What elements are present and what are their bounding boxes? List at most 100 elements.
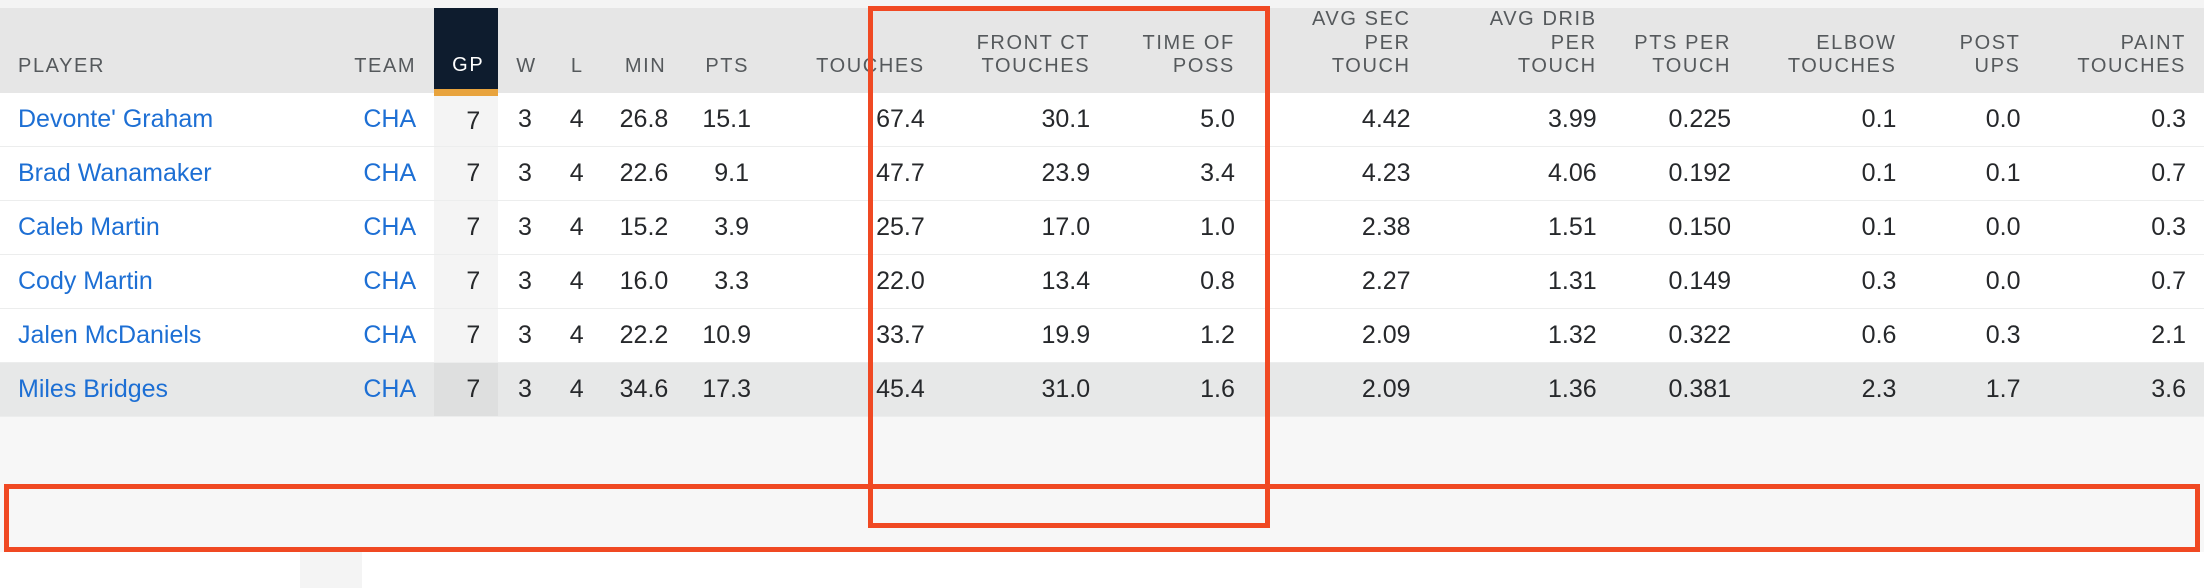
cell-aspt: 2.38 bbox=[1252, 200, 1429, 256]
cell-gp: 7 bbox=[434, 200, 499, 256]
column-header-pts-per-touch[interactable]: PTS PER TOUCH bbox=[1614, 8, 1750, 93]
cell-ppt: 0.381 bbox=[1614, 362, 1750, 418]
column-header-touches[interactable]: TOUCHES bbox=[767, 8, 943, 93]
cell-player-link[interactable]: Devonte' Graham bbox=[0, 92, 311, 148]
column-header-l[interactable]: L bbox=[549, 8, 602, 93]
cell-fct: 17.0 bbox=[942, 200, 1109, 256]
cell-top: 0.8 bbox=[1108, 254, 1253, 310]
cell-aspt: 4.42 bbox=[1252, 92, 1429, 148]
column-header-front-ct-touches[interactable]: FRONT CT TOUCHES bbox=[942, 8, 1109, 93]
column-header-avg-sec-per-touch[interactable]: AVG SEC PER TOUCH bbox=[1252, 8, 1429, 93]
cell-ppt: 0.192 bbox=[1614, 146, 1750, 202]
cell-elbow: 0.1 bbox=[1749, 200, 1915, 256]
cell-pts: 3.3 bbox=[684, 254, 768, 310]
cell-aspt: 4.23 bbox=[1252, 146, 1429, 202]
cell-player-link[interactable]: Cody Martin bbox=[0, 254, 311, 310]
column-header-min[interactable]: MIN bbox=[601, 8, 685, 93]
cell-elbow: 0.6 bbox=[1749, 308, 1915, 364]
column-header-w[interactable]: W bbox=[498, 8, 550, 93]
cell-team-link[interactable]: CHA bbox=[310, 362, 435, 418]
cell-team-link[interactable]: CHA bbox=[310, 200, 435, 256]
cell-touches: 67.4 bbox=[767, 92, 943, 148]
cell-top: 5.0 bbox=[1108, 92, 1253, 148]
table-row[interactable]: Miles Bridges CHA 7 3 4 34.6 17.3 45.4 31.0 1.6 2.… bbox=[0, 362, 2204, 418]
cell-player-link[interactable]: Caleb Martin bbox=[0, 200, 311, 256]
cell-fct: 30.1 bbox=[942, 92, 1109, 148]
cell-min: 34.6 bbox=[601, 362, 685, 418]
table-row[interactable]: Jalen McDaniels CHA 7 3 4 22.2 10.9 33.7 19.9 1.2… bbox=[0, 308, 2204, 364]
column-header-avg-drib-per-touch[interactable]: AVG DRIB PER TOUCH bbox=[1428, 8, 1615, 93]
cell-touches: 25.7 bbox=[767, 200, 943, 256]
cell-adpt: 1.36 bbox=[1428, 362, 1615, 418]
cell-touches: 45.4 bbox=[767, 362, 943, 418]
column-header-paint-touches[interactable]: PAINT TOUCHES bbox=[2038, 8, 2204, 93]
cell-ppt: 0.322 bbox=[1614, 308, 1750, 364]
column-header-team[interactable]: TEAM bbox=[310, 8, 435, 93]
cell-min: 22.6 bbox=[601, 146, 685, 202]
cell-min: 22.2 bbox=[601, 308, 685, 364]
cell-fct: 31.0 bbox=[942, 362, 1109, 418]
cell-player-link[interactable]: Miles Bridges bbox=[0, 362, 311, 418]
table-row[interactable]: Devonte' Graham CHA 7 3 4 26.8 15.1 67.4 30.1 5.0… bbox=[0, 92, 2204, 148]
cell-elbow: 0.1 bbox=[1749, 146, 1915, 202]
next-row-partial bbox=[0, 552, 2204, 588]
table-row[interactable]: Brad Wanamaker CHA 7 3 4 22.6 9.1 47.7 23.9 3.4 4.… bbox=[0, 146, 2204, 202]
cell-w: 3 bbox=[498, 254, 550, 310]
annotation-box-miles-bridges-row bbox=[4, 484, 2200, 552]
cell-paint: 0.3 bbox=[2038, 92, 2204, 148]
table-row[interactable]: Cody Martin CHA 7 3 4 16.0 3.3 22.0 13.4 0.8 2.27 1… bbox=[0, 254, 2204, 310]
cell-team-link[interactable]: CHA bbox=[310, 254, 435, 310]
column-header-time-of-poss[interactable]: TIME OF POSS bbox=[1108, 8, 1253, 93]
cell-top: 1.6 bbox=[1108, 362, 1253, 418]
cell-paint: 2.1 bbox=[2038, 308, 2204, 364]
cell-player-link[interactable]: Jalen McDaniels bbox=[0, 308, 311, 364]
cell-touches: 47.7 bbox=[767, 146, 943, 202]
column-header-player[interactable]: PLAYER bbox=[0, 8, 311, 93]
cell-postup: 0.0 bbox=[1914, 254, 2039, 310]
cell-team-link[interactable]: CHA bbox=[310, 308, 435, 364]
column-header-post-ups[interactable]: POST UPS bbox=[1914, 8, 2039, 93]
cell-top: 1.2 bbox=[1108, 308, 1253, 364]
stats-table-container: PLAYER TEAM GP W L MIN PTS TOUCHES FRONT… bbox=[0, 0, 2204, 588]
cell-ppt: 0.149 bbox=[1614, 254, 1750, 310]
cell-pts: 9.1 bbox=[684, 146, 768, 202]
cell-aspt: 2.09 bbox=[1252, 362, 1429, 418]
cell-elbow: 0.1 bbox=[1749, 92, 1915, 148]
cell-team-link[interactable]: CHA bbox=[310, 92, 435, 148]
cell-gp: 7 bbox=[434, 254, 499, 310]
cell-min: 26.8 bbox=[601, 92, 685, 148]
cell-paint: 0.7 bbox=[2038, 254, 2204, 310]
cell-l: 4 bbox=[549, 362, 602, 418]
header-row: PLAYER TEAM GP W L MIN PTS TOUCHES FRONT… bbox=[0, 8, 2204, 97]
cell-ppt: 0.150 bbox=[1614, 200, 1750, 256]
player-tracking-touches-table: PLAYER TEAM GP W L MIN PTS TOUCHES FRONT… bbox=[0, 8, 2204, 418]
cell-fct: 19.9 bbox=[942, 308, 1109, 364]
cell-pts: 17.3 bbox=[684, 362, 768, 418]
column-header-pts[interactable]: PTS bbox=[684, 8, 768, 93]
cell-min: 15.2 bbox=[601, 200, 685, 256]
table-row[interactable]: Caleb Martin CHA 7 3 4 15.2 3.9 25.7 17.0 1.0 2.38… bbox=[0, 200, 2204, 256]
column-header-elbow-touches[interactable]: ELBOW TOUCHES bbox=[1749, 8, 1915, 93]
cell-postup: 0.1 bbox=[1914, 146, 2039, 202]
cell-player-link[interactable]: Brad Wanamaker bbox=[0, 146, 311, 202]
cell-adpt: 3.99 bbox=[1428, 92, 1615, 148]
cell-pts: 15.1 bbox=[684, 92, 768, 148]
cell-touches: 22.0 bbox=[767, 254, 943, 310]
cell-team-link[interactable]: CHA bbox=[310, 146, 435, 202]
cell-w: 3 bbox=[498, 92, 550, 148]
cell-paint: 0.3 bbox=[2038, 200, 2204, 256]
cell-adpt: 1.31 bbox=[1428, 254, 1615, 310]
cell-paint: 3.6 bbox=[2038, 362, 2204, 418]
cell-fct: 13.4 bbox=[942, 254, 1109, 310]
cell-adpt: 1.51 bbox=[1428, 200, 1615, 256]
cell-l: 4 bbox=[549, 200, 602, 256]
cell-fct: 23.9 bbox=[942, 146, 1109, 202]
cell-postup: 1.7 bbox=[1914, 362, 2039, 418]
cell-w: 3 bbox=[498, 146, 550, 202]
cell-elbow: 2.3 bbox=[1749, 362, 1915, 418]
cell-elbow: 0.3 bbox=[1749, 254, 1915, 310]
column-header-gp[interactable]: GP bbox=[434, 8, 499, 97]
next-row-gp-cell bbox=[300, 552, 362, 588]
cell-aspt: 2.27 bbox=[1252, 254, 1429, 310]
cell-l: 4 bbox=[549, 308, 602, 364]
